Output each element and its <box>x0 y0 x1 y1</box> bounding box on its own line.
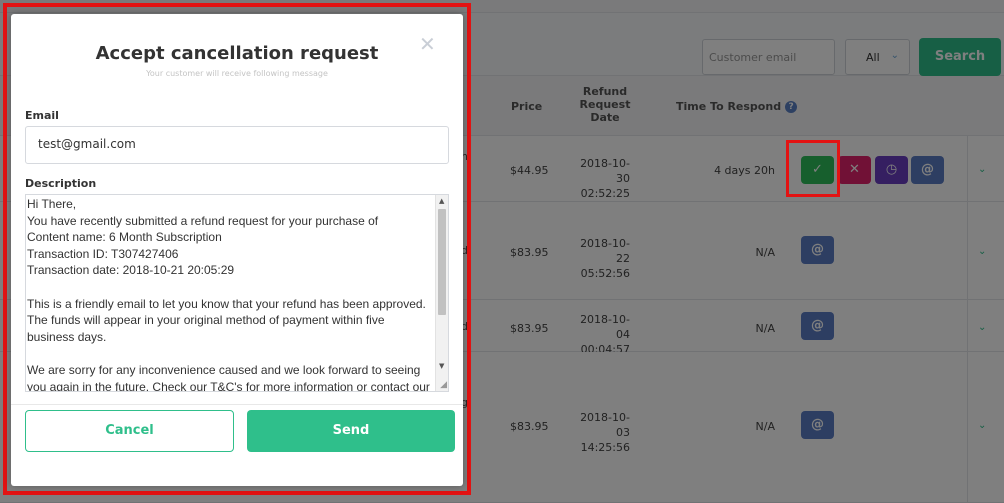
scroll-down-arrow-icon[interactable]: ▼ <box>439 362 444 370</box>
footer-divider <box>11 404 463 405</box>
scroll-up-arrow-icon[interactable]: ▲ <box>439 197 444 205</box>
scroll-thumb[interactable] <box>438 209 446 315</box>
accept-cancellation-dialog: Accept cancellation request Your custome… <box>11 14 463 486</box>
dialog-title: Accept cancellation request <box>95 43 379 64</box>
send-button[interactable]: Send <box>247 410 455 452</box>
description-label: Description <box>25 177 97 190</box>
cancel-button[interactable]: Cancel <box>25 410 234 452</box>
description-textarea[interactable]: Hi There, You have recently submitted a … <box>25 194 449 392</box>
dialog-subtitle: Your customer will receive following mes… <box>146 69 328 78</box>
resize-grip-icon[interactable]: ◢ <box>440 381 447 390</box>
description-text: Hi There, You have recently submitted a … <box>27 197 430 392</box>
textarea-scrollbar[interactable]: ▲ ▼ <box>435 195 448 391</box>
email-label: Email <box>25 109 59 122</box>
close-icon[interactable]: ✕ <box>419 34 436 54</box>
email-field[interactable]: test@gmail.com <box>25 126 449 164</box>
approve-button-highlight <box>786 140 840 197</box>
